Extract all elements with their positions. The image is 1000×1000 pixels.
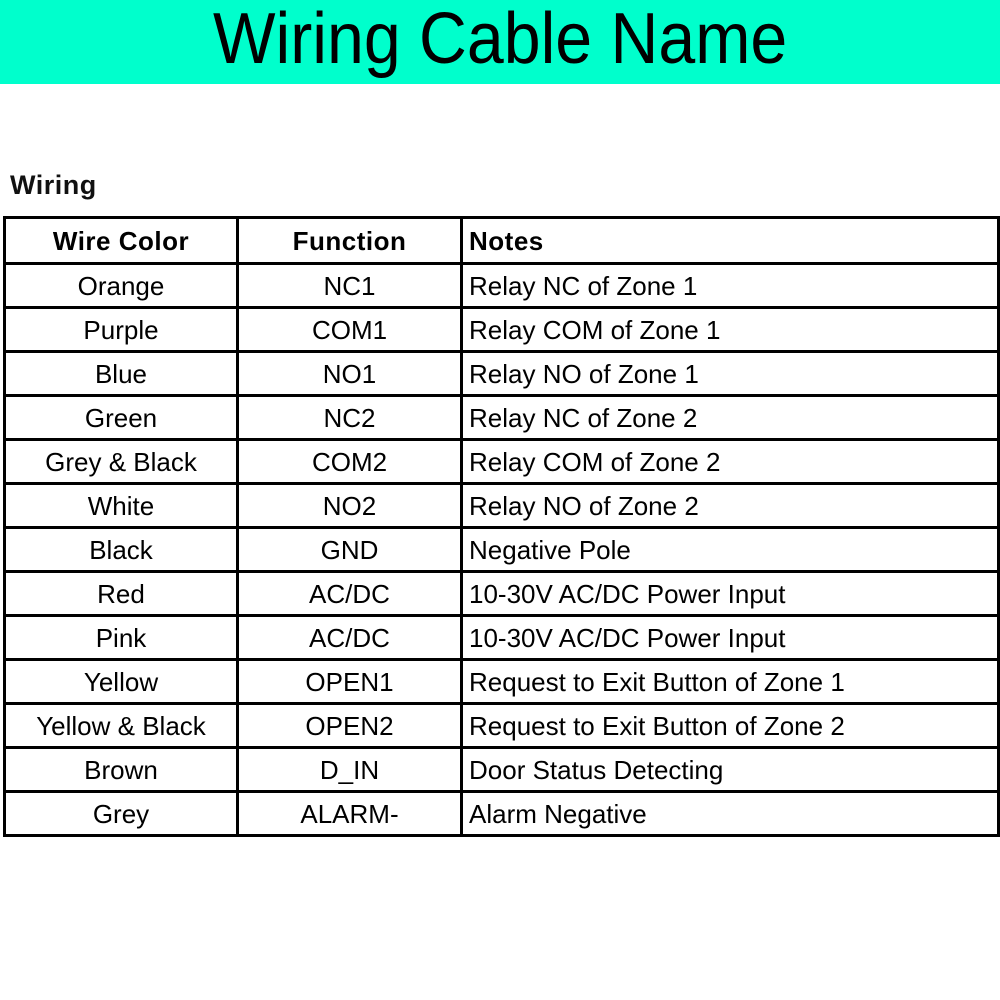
cell-wire-color: Brown [3,746,239,793]
table-row: Grey & Black COM2 Relay COM of Zone 2 [3,438,1000,485]
column-header-function: Function [236,216,463,265]
cell-wire-color: Red [3,570,239,617]
cell-function: AC/DC [236,570,463,617]
table-row: Blue NO1 Relay NO of Zone 1 [3,350,1000,397]
cell-wire-color: Black [3,526,239,573]
table-row: Purple COM1 Relay COM of Zone 1 [3,306,1000,353]
cell-function: NC2 [236,394,463,441]
table-row: White NO2 Relay NO of Zone 2 [3,482,1000,529]
cell-wire-color: Grey & Black [3,438,239,485]
column-header-notes: Notes [460,216,1000,265]
cell-notes: Relay COM of Zone 2 [460,438,1000,485]
table-row: Yellow & Black OPEN2 Request to Exit But… [3,702,1000,749]
table-row: Grey ALARM- Alarm Negative [3,790,1000,837]
title-banner: Wiring Cable Name [0,0,1000,84]
cell-wire-color: Green [3,394,239,441]
cell-notes: Alarm Negative [460,790,1000,837]
cell-notes: Relay NO of Zone 2 [460,482,1000,529]
table-body: Orange NC1 Relay NC of Zone 1 Purple COM… [3,262,1000,837]
cell-wire-color: Yellow & Black [3,702,239,749]
cell-notes: Negative Pole [460,526,1000,573]
cell-notes: Door Status Detecting [460,746,1000,793]
table-row: Black GND Negative Pole [3,526,1000,573]
cell-notes: 10-30V AC/DC Power Input [460,614,1000,661]
section-heading: Wiring [10,170,97,200]
cell-function: COM2 [236,438,463,485]
cell-function: OPEN2 [236,702,463,749]
cell-notes: 10-30V AC/DC Power Input [460,570,1000,617]
cell-wire-color: Blue [3,350,239,397]
cell-notes: Relay COM of Zone 1 [460,306,1000,353]
cell-wire-color: Purple [3,306,239,353]
table-row: Pink AC/DC 10-30V AC/DC Power Input [3,614,1000,661]
table-row: Yellow OPEN1 Request to Exit Button of Z… [3,658,1000,705]
wiring-table: Wire Color Function Notes Orange NC1 Rel… [3,216,1000,837]
cell-wire-color: Grey [3,790,239,837]
table-row: Orange NC1 Relay NC of Zone 1 [3,262,1000,309]
cell-notes: Request to Exit Button of Zone 1 [460,658,1000,705]
cell-function: GND [236,526,463,573]
cell-notes: Relay NC of Zone 2 [460,394,1000,441]
table-row: Red AC/DC 10-30V AC/DC Power Input [3,570,1000,617]
column-header-wire-color: Wire Color [3,216,239,265]
cell-notes: Relay NO of Zone 1 [460,350,1000,397]
table-row: Green NC2 Relay NC of Zone 2 [3,394,1000,441]
cell-wire-color: Pink [3,614,239,661]
cell-function: COM1 [236,306,463,353]
cell-wire-color: White [3,482,239,529]
cell-function: NC1 [236,262,463,309]
cell-function: ALARM- [236,790,463,837]
page-title: Wiring Cable Name [212,0,788,79]
cell-function: D_IN [236,746,463,793]
cell-notes: Relay NC of Zone 1 [460,262,1000,309]
cell-function: OPEN1 [236,658,463,705]
cell-wire-color: Yellow [3,658,239,705]
cell-function: NO2 [236,482,463,529]
cell-wire-color: Orange [3,262,239,309]
cell-function: NO1 [236,350,463,397]
table-row: Brown D_IN Door Status Detecting [3,746,1000,793]
cell-notes: Request to Exit Button of Zone 2 [460,702,1000,749]
table-header-row: Wire Color Function Notes [3,216,1000,265]
wiring-table-container: Wire Color Function Notes Orange NC1 Rel… [3,216,1000,837]
cell-function: AC/DC [236,614,463,661]
